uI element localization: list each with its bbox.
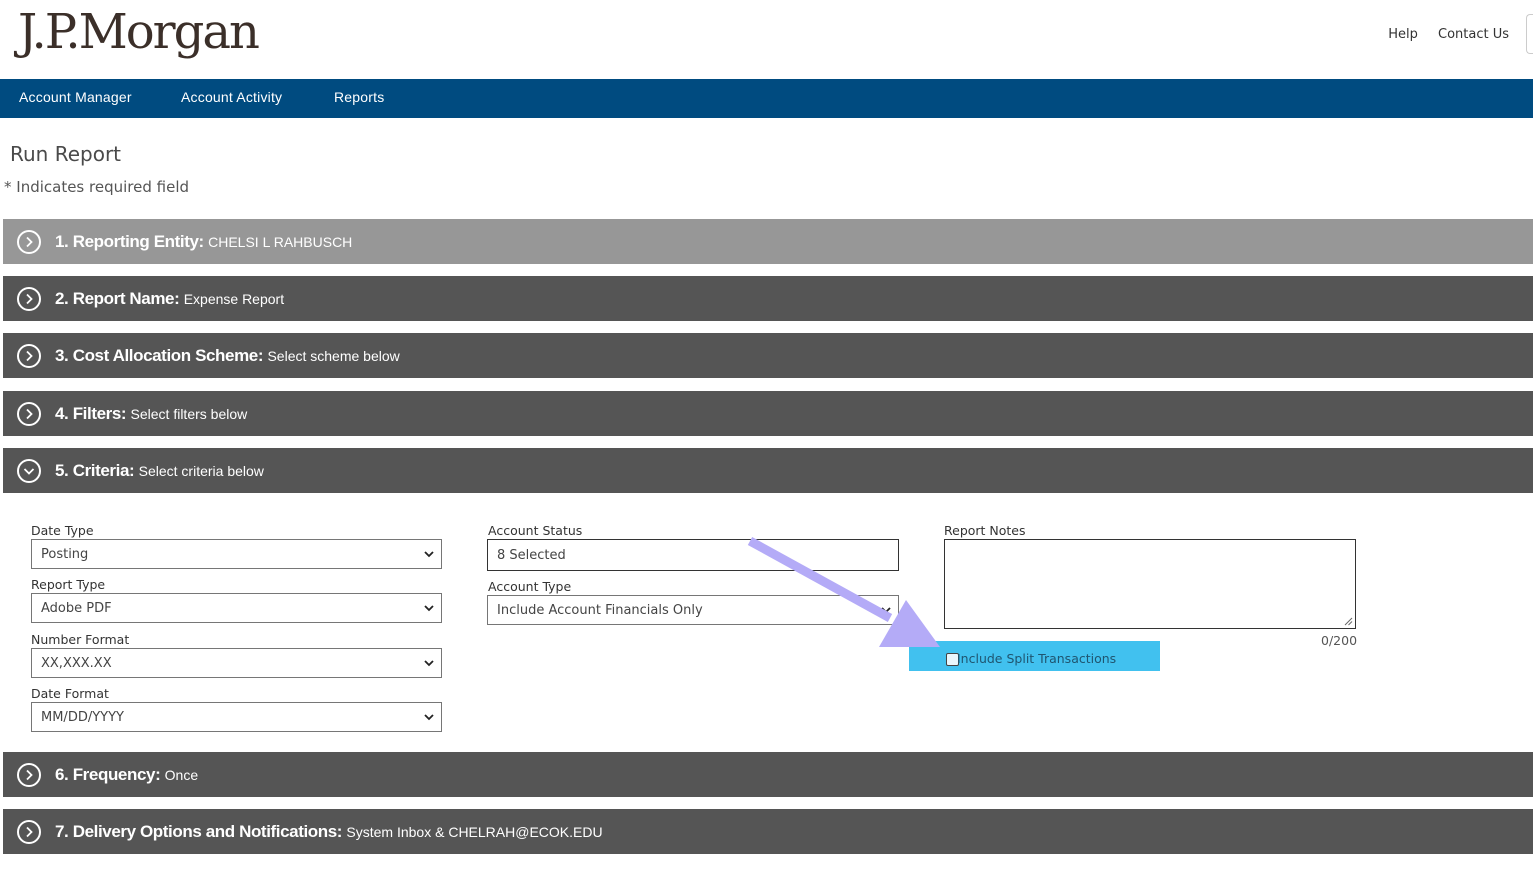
select-value: Include Account Financials Only [497, 603, 703, 618]
annotation-arrow-icon [747, 537, 940, 647]
chevron-right-icon [17, 820, 41, 844]
notes-char-counter: 0/200 [1321, 633, 1358, 648]
number-format-select[interactable]: XX,XXX.XX [31, 648, 442, 678]
section-cost-allocation[interactable]: 3. Cost Allocation Scheme: Select scheme… [3, 333, 1533, 378]
section-value: Expense Report [183, 291, 285, 307]
section-title: 2. Report Name: [55, 289, 180, 308]
required-field-note: * Indicates required field [4, 178, 190, 196]
chevron-down-icon [424, 605, 434, 612]
select-value: MM/DD/YYYY [41, 710, 124, 725]
chevron-right-icon [17, 402, 41, 426]
section-title: 3. Cost Allocation Scheme: [55, 346, 264, 365]
chevron-down-icon [424, 551, 434, 558]
section-value: Once [164, 767, 199, 783]
report-notes-label: Report Notes [944, 523, 1026, 538]
chevron-right-icon [17, 763, 41, 787]
nav-reports[interactable]: Reports [334, 89, 384, 105]
main-nav: Account Manager Account Activity Reports [0, 79, 1533, 118]
section-value: Select scheme below [267, 348, 400, 364]
section-title: 7. Delivery Options and Notifications: [55, 822, 343, 841]
select-value: XX,XXX.XX [41, 656, 112, 671]
top-links: Help Contact Us [1372, 27, 1509, 42]
section-criteria[interactable]: 5. Criteria: Select criteria below [3, 448, 1533, 493]
page-title: Run Report [10, 142, 122, 166]
report-type-select[interactable]: Adobe PDF [31, 593, 442, 623]
search-box-edge[interactable] [1526, 14, 1533, 54]
section-reporting-entity[interactable]: 1. Reporting Entity: CHELSI L RAHBUSCH [3, 219, 1533, 264]
select-value: 8 Selected [497, 548, 566, 563]
date-format-select[interactable]: MM/DD/YYYY [31, 702, 442, 732]
number-format-label: Number Format [31, 632, 130, 647]
section-report-name[interactable]: 2. Report Name: Expense Report [3, 276, 1533, 321]
contact-us-link[interactable]: Contact Us [1438, 27, 1509, 42]
section-value: Select filters below [130, 406, 248, 422]
select-value: Posting [41, 547, 89, 562]
chevron-right-icon [17, 344, 41, 368]
section-value: System Inbox & CHELRAH@ECOK.EDU [346, 824, 603, 840]
report-type-label: Report Type [31, 577, 106, 592]
date-type-label: Date Type [31, 523, 94, 538]
chevron-right-icon [17, 230, 41, 254]
select-value: Adobe PDF [41, 601, 112, 616]
nav-account-activity[interactable]: Account Activity [181, 89, 282, 105]
section-title: 4. Filters: [55, 404, 127, 423]
chevron-down-icon [17, 459, 41, 483]
chevron-down-icon [424, 660, 434, 667]
jpmorgan-logo[interactable]: J.P.Morgan [18, 2, 260, 62]
page-header: J.P.Morgan Help Contact Us [0, 0, 1533, 79]
section-filters[interactable]: 4. Filters: Select filters below [3, 391, 1533, 436]
date-format-label: Date Format [31, 686, 109, 701]
account-status-label: Account Status [488, 523, 583, 538]
account-status-multiselect[interactable]: 8 Selected [487, 539, 899, 571]
section-title: 1. Reporting Entity: [55, 232, 204, 251]
section-value: CHELSI L RAHBUSCH [208, 234, 353, 250]
resize-grip-icon[interactable] [1344, 617, 1353, 626]
nav-account-manager[interactable]: Account Manager [19, 89, 132, 105]
help-link[interactable]: Help [1388, 27, 1418, 42]
report-notes-textarea[interactable] [944, 539, 1356, 629]
split-transactions-highlight: Include Split Transactions [909, 641, 1160, 671]
chevron-right-icon [17, 287, 41, 311]
section-frequency[interactable]: 6. Frequency: Once [3, 752, 1533, 797]
section-title: 5. Criteria: [55, 461, 135, 480]
account-type-label: Account Type [488, 579, 572, 594]
section-value: Select criteria below [138, 463, 264, 479]
section-title: 6. Frequency: [55, 765, 161, 784]
chevron-down-icon [424, 714, 434, 721]
section-delivery-options[interactable]: 7. Delivery Options and Notifications: S… [3, 809, 1533, 854]
date-type-select[interactable]: Posting [31, 539, 442, 569]
chevron-down-icon [881, 607, 891, 614]
account-type-select[interactable]: Include Account Financials Only [487, 595, 899, 625]
split-transactions-label[interactable]: Include Split Transactions [957, 651, 1116, 666]
